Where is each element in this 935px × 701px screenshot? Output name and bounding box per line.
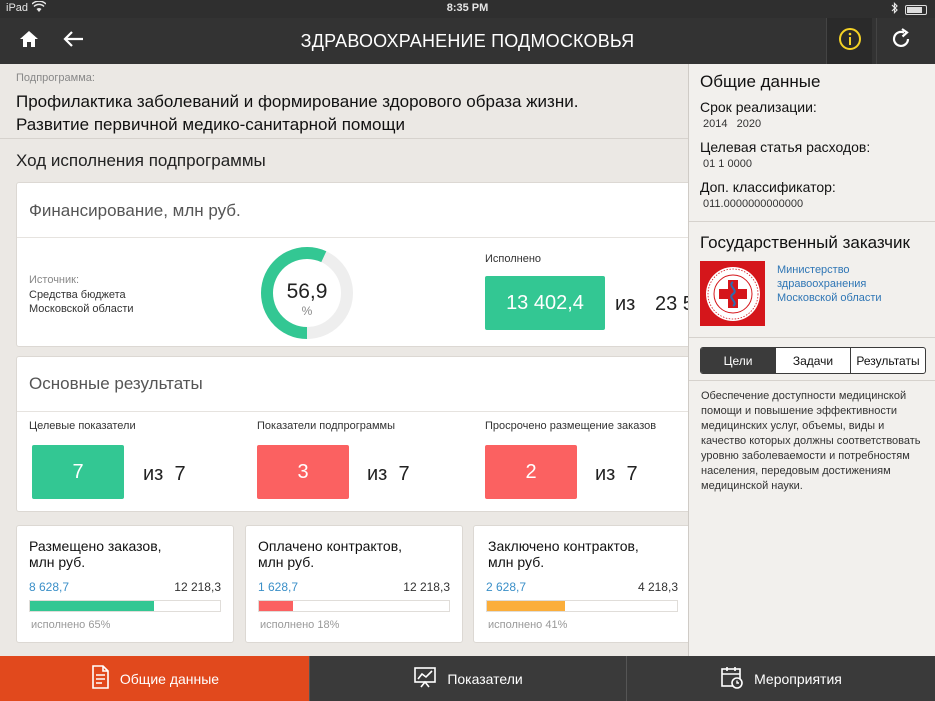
info-button[interactable] bbox=[826, 18, 872, 64]
goal-text: Обеспечение доступности медицинской помо… bbox=[701, 390, 921, 492]
card-percent: исполнено 65% bbox=[31, 619, 111, 631]
subprogram-title-line2: Развитие первичной медико-санитарной пом… bbox=[16, 115, 405, 134]
contracts-concluded-card[interactable]: Заключено контрактов, млн руб. 2 628,7 4 … bbox=[473, 525, 688, 643]
expense-label: Целевая статья расходов: bbox=[700, 139, 871, 155]
progress-track bbox=[29, 600, 221, 612]
card-percent: исполнено 18% bbox=[260, 619, 340, 631]
segment-goals[interactable]: Цели bbox=[701, 348, 775, 373]
main-content: Подпрограмма: Профилактика заболеваний и… bbox=[0, 64, 688, 656]
result-overdue-orders: Просрочено размещение заказов 2 из 7 bbox=[485, 420, 657, 499]
result-value-badge: 3 bbox=[257, 445, 349, 499]
card-value: 1 628,7 bbox=[258, 580, 299, 594]
status-bar: iPad 8:35 PM bbox=[0, 0, 935, 18]
executed-total: 23 5 bbox=[655, 293, 688, 315]
progress-track bbox=[258, 600, 450, 612]
top-navbar: ЗДРАВООХРАНЕНИЕ ПОДМОСКОВЬЯ bbox=[0, 18, 935, 64]
card-value: 2 628,7 bbox=[486, 580, 527, 594]
document-icon bbox=[90, 665, 110, 692]
gauge-unit: % bbox=[301, 304, 313, 318]
calendar-icon bbox=[720, 665, 744, 692]
status-time: 8:35 PM bbox=[446, 2, 489, 14]
result-label: Просрочено размещение заказов bbox=[485, 420, 657, 432]
classifier-label: Доп. классификатор: bbox=[700, 179, 836, 195]
bluetooth-icon bbox=[891, 2, 899, 17]
executed-of-label: из bbox=[615, 293, 636, 315]
tab-label: Мероприятия bbox=[754, 670, 842, 687]
general-data-panel: Общие данные Срок реализации: 2014 2020 … bbox=[688, 64, 935, 656]
progress-section-title: Ход исполнения подпрограммы bbox=[16, 151, 266, 170]
tab-label: Общие данные bbox=[119, 670, 220, 687]
ministry-emblem-icon bbox=[705, 266, 760, 321]
financing-card[interactable]: Финансирование, млн руб. Источник: Средс… bbox=[16, 182, 688, 347]
result-target-indicators: Целевые показатели 7 из 7 bbox=[29, 420, 186, 499]
progress-fill bbox=[259, 601, 294, 611]
result-value-badge: 7 bbox=[32, 445, 124, 499]
panel-general-title: Общие данные bbox=[700, 72, 821, 91]
card-total: 4 218,3 bbox=[637, 580, 678, 594]
tab-indicators[interactable]: Показатели bbox=[309, 656, 626, 701]
result-label: Целевые показатели bbox=[29, 420, 136, 432]
tab-label: Показатели bbox=[447, 670, 523, 687]
info-icon bbox=[838, 27, 862, 56]
segment-results[interactable]: Результаты bbox=[850, 348, 925, 373]
tab-general-data[interactable]: Общие данные bbox=[0, 656, 309, 701]
refresh-button[interactable] bbox=[876, 18, 925, 64]
orders-placed-card[interactable]: Размещено заказов, млн руб. 8 628,7 12 21… bbox=[16, 525, 234, 643]
segment-control: Цели Задачи Результаты bbox=[700, 347, 926, 374]
gauge-value: 56,9 bbox=[286, 280, 328, 303]
card-total: 12 218,3 bbox=[403, 580, 450, 594]
divider bbox=[689, 337, 935, 338]
segment-tasks[interactable]: Задачи bbox=[775, 348, 850, 373]
divider bbox=[689, 380, 935, 381]
subprogram-title-line1: Профилактика заболеваний и формирование … bbox=[16, 92, 579, 111]
divider bbox=[689, 221, 935, 222]
ministry-logo bbox=[700, 261, 765, 326]
divider bbox=[0, 138, 688, 139]
refresh-icon bbox=[890, 27, 912, 55]
page-title: ЗДРАВООХРАНЕНИЕ ПОДМОСКОВЬЯ bbox=[300, 31, 635, 51]
classifier-value: 011.0000000000000 bbox=[703, 198, 804, 210]
result-value-badge: 2 bbox=[485, 445, 577, 499]
period-label: Срок реализации: bbox=[700, 99, 817, 115]
period-value: 2014 2020 bbox=[703, 118, 762, 130]
financing-title: Финансирование, млн руб. bbox=[17, 183, 688, 238]
card-percent: исполнено 41% bbox=[488, 619, 568, 631]
results-title: Основные результаты bbox=[17, 357, 688, 412]
card-title: Заключено контрактов, млн руб. bbox=[488, 538, 639, 570]
source-value: Средства бюджета Московской области bbox=[29, 289, 134, 315]
card-title: Размещено заказов, млн руб. bbox=[29, 538, 162, 570]
ministry-link[interactable]: Министерство здравоохранения Московской … bbox=[777, 263, 927, 305]
subprogram-title: Профилактика заболеваний и формирование … bbox=[16, 90, 676, 136]
tab-events[interactable]: Мероприятия bbox=[626, 656, 935, 701]
card-value: 8 628,7 bbox=[29, 580, 70, 594]
panel-customer-title: Государственный заказчик bbox=[700, 233, 910, 252]
results-card[interactable]: Основные результаты Целевые показатели 7… bbox=[16, 356, 688, 512]
result-of-total: из 7 bbox=[595, 463, 638, 485]
progress-fill bbox=[30, 601, 154, 611]
card-total: 12 218,3 bbox=[174, 580, 221, 594]
contracts-paid-card[interactable]: Оплачено контрактов, млн руб. 1 628,7 12 … bbox=[245, 525, 463, 643]
result-of-total: из 7 bbox=[367, 463, 410, 485]
result-of-total: из 7 bbox=[143, 463, 186, 485]
expense-value: 01 1 0000 bbox=[703, 158, 752, 170]
source-label: Источник: bbox=[29, 274, 80, 286]
card-title: Оплачено контрактов, млн руб. bbox=[258, 538, 403, 570]
progress-track bbox=[486, 600, 678, 612]
executed-value-badge: 13 402,4 bbox=[485, 276, 605, 330]
result-subprogram-indicators: Показатели подпрограммы 3 из 7 bbox=[257, 420, 410, 499]
bottom-tab-bar: Общие данные Показатели Мероприятия bbox=[0, 656, 935, 701]
progress-fill bbox=[487, 601, 565, 611]
result-label: Показатели подпрограммы bbox=[257, 420, 395, 432]
battery-icon bbox=[905, 4, 927, 15]
subprogram-label: Подпрограмма: bbox=[16, 72, 95, 84]
executed-label: Исполнено bbox=[485, 253, 542, 265]
chart-board-icon bbox=[413, 666, 437, 691]
